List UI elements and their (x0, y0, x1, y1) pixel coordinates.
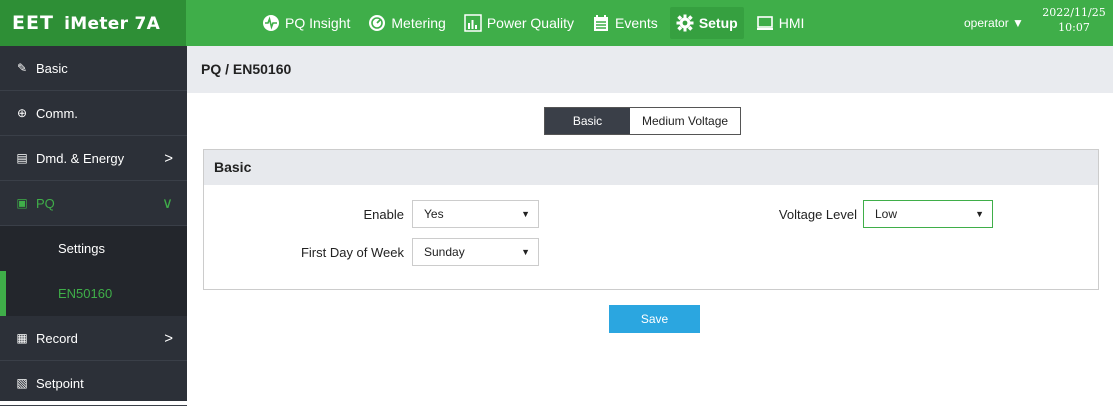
caret-down-icon: ▼ (1012, 16, 1024, 30)
date: 2022/11/25 (1042, 6, 1106, 19)
sidebar-item-pq[interactable]: ▣ PQ ∨ (0, 181, 187, 226)
nav-events[interactable]: Events (586, 7, 664, 39)
product-name: iMeter 7A (64, 14, 161, 34)
nav-label: Setup (698, 15, 738, 31)
chevron-right-icon: > (164, 149, 173, 167)
sidebar-item-label: Comm. (36, 105, 78, 121)
sidebar-item-label: Settings (58, 241, 105, 256)
breadcrumb: PQ / EN50160 (187, 46, 1113, 93)
sidebar-item-label: Dmd. & Energy (36, 150, 125, 166)
sidebar-item-label: Basic (36, 60, 68, 76)
setpoint-icon: ▧ (16, 376, 28, 390)
gear-icon (676, 14, 694, 32)
metering-icon (368, 14, 386, 32)
first-day-select[interactable]: Sunday ▼ (412, 238, 539, 266)
events-icon (592, 14, 610, 32)
first-day-label: First Day of Week (300, 245, 404, 260)
nav-label: PQ Insight (285, 15, 351, 31)
globe-icon: ⊕ (16, 106, 28, 120)
caret-down-icon: ▼ (521, 247, 530, 257)
enable-value: Yes (424, 207, 444, 221)
energy-icon: ▤ (16, 151, 28, 165)
nav-metering[interactable]: Metering (362, 7, 451, 39)
nav-power-quality[interactable]: Power Quality (458, 7, 580, 39)
record-icon: ▦ (16, 331, 28, 345)
main-nav: PQ Insight Metering Power Quality Events… (256, 0, 816, 46)
panel-title: Basic (204, 150, 1098, 185)
caret-down-icon: ▼ (975, 209, 984, 219)
user-menu[interactable]: operator ▼ (964, 0, 1024, 46)
enable-label: Enable (363, 207, 404, 222)
sidebar-item-settings[interactable]: Settings (0, 226, 187, 271)
sidebar-item-label: Setpoint (36, 375, 84, 391)
sidebar-item-label: Record (36, 330, 78, 346)
datetime: 2022/11/25 10:07 (1040, 5, 1108, 35)
nav-setup[interactable]: Setup (669, 7, 744, 39)
nav-hmi[interactable]: HMI (750, 7, 811, 39)
brand: EET iMeter 7A (0, 0, 186, 46)
monitor-icon (756, 14, 774, 32)
username: operator (964, 16, 1009, 30)
sidebar: ✎ Basic ⊕ Comm. ▤ Dmd. & Energy > ▣ PQ ∨… (0, 46, 187, 406)
pq-icon: ▣ (16, 196, 28, 210)
sidebar-item-dmd-energy[interactable]: ▤ Dmd. & Energy > (0, 136, 187, 181)
time: 10:07 (1058, 21, 1090, 34)
tab-basic[interactable]: Basic (545, 108, 630, 134)
nav-label: Power Quality (486, 15, 574, 31)
pq-insight-icon (262, 14, 280, 32)
sidebar-item-basic[interactable]: ✎ Basic (0, 46, 187, 91)
sidebar-item-setpoint[interactable]: ▧ Setpoint (0, 361, 187, 406)
nav-pq-insight[interactable]: PQ Insight (256, 7, 356, 39)
tab-medium-voltage[interactable]: Medium Voltage (630, 108, 741, 134)
top-bar: EET iMeter 7A PQ Insight Metering Power … (0, 0, 1113, 46)
sidebar-item-record[interactable]: ▦ Record > (0, 316, 187, 361)
first-day-value: Sunday (424, 245, 465, 259)
caret-down-icon: ▼ (521, 209, 530, 219)
sidebar-item-label: PQ (36, 195, 55, 211)
voltage-level-label: Voltage Level (778, 207, 857, 222)
chevron-right-icon: > (164, 329, 173, 347)
nav-label: Events (615, 15, 658, 31)
eet-logo: EET (12, 12, 54, 34)
voltage-level-select[interactable]: Low ▼ (863, 200, 993, 228)
sidebar-item-label: EN50160 (58, 286, 113, 301)
enable-select[interactable]: Yes ▼ (412, 200, 539, 228)
voltage-level-value: Low (875, 207, 898, 221)
chevron-down-icon: ∨ (162, 195, 173, 212)
basic-panel: Basic Enable Yes ▼ Voltage Level Low ▼ F… (203, 149, 1099, 290)
tab-group: Basic Medium Voltage (544, 107, 742, 135)
nav-label: HMI (778, 15, 805, 31)
sidebar-item-comm[interactable]: ⊕ Comm. (0, 91, 187, 136)
basic-icon: ✎ (16, 61, 28, 75)
sidebar-item-en50160[interactable]: EN50160 (0, 271, 187, 316)
power-quality-icon (464, 14, 482, 32)
nav-label: Metering (391, 15, 446, 31)
save-button[interactable]: Save (609, 305, 700, 333)
